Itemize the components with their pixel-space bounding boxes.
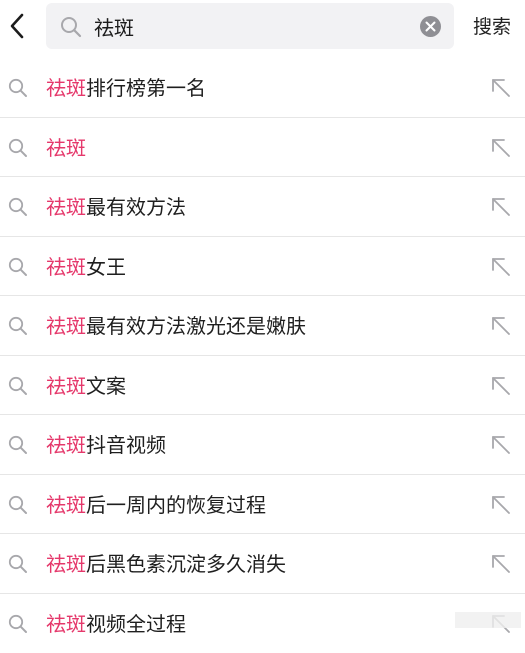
search-icon xyxy=(8,78,28,98)
clear-button[interactable] xyxy=(420,16,441,37)
fill-arrow-icon[interactable] xyxy=(490,196,512,218)
suggestion-rest: 女王 xyxy=(86,255,126,279)
search-icon xyxy=(8,138,28,158)
suggestion-rest: 文案 xyxy=(86,374,126,398)
suggestion-text: 祛斑后黑色素沉淀多久消失 xyxy=(46,551,286,577)
top-bar: 搜索 xyxy=(0,0,525,56)
fill-arrow-icon[interactable] xyxy=(490,553,512,575)
fill-arrow-icon[interactable] xyxy=(490,256,512,278)
suggestion-item[interactable]: 祛斑视频全过程 xyxy=(0,594,525,653)
suggestion-highlight: 祛斑 xyxy=(46,493,86,517)
suggestion-text: 祛斑文案 xyxy=(46,373,126,399)
suggestion-highlight: 祛斑 xyxy=(46,433,86,457)
suggestion-item[interactable]: 祛斑后一周内的恢复过程 xyxy=(0,475,525,535)
search-icon xyxy=(8,316,28,336)
suggestion-rest: 最有效方法 xyxy=(86,195,186,219)
fill-arrow-icon[interactable] xyxy=(490,77,512,99)
suggestion-highlight: 祛斑 xyxy=(46,195,86,219)
search-icon xyxy=(8,495,28,515)
suggestion-item[interactable]: 祛斑后黑色素沉淀多久消失 xyxy=(0,534,525,594)
suggestion-item[interactable]: 祛斑 xyxy=(0,118,525,178)
suggestion-highlight: 祛斑 xyxy=(46,76,86,100)
suggestion-rest: 后一周内的恢复过程 xyxy=(86,493,266,517)
suggestion-rest: 最有效方法激光还是嫩肤 xyxy=(86,314,306,338)
chevron-left-icon xyxy=(9,13,25,39)
fill-arrow-icon[interactable] xyxy=(490,494,512,516)
search-icon xyxy=(8,614,28,634)
suggestion-rest: 后黑色素沉淀多久消失 xyxy=(86,552,286,576)
suggestion-text: 祛斑抖音视频 xyxy=(46,432,166,458)
fill-arrow-icon[interactable] xyxy=(490,375,512,397)
suggestion-rest: 视频全过程 xyxy=(86,612,186,636)
search-icon xyxy=(60,16,82,38)
search-icon xyxy=(8,197,28,217)
suggestion-highlight: 祛斑 xyxy=(46,136,86,160)
suggestion-item[interactable]: 祛斑最有效方法 xyxy=(0,177,525,237)
suggestion-text: 祛斑最有效方法 xyxy=(46,194,186,220)
suggestion-highlight: 祛斑 xyxy=(46,255,86,279)
suggestion-item[interactable]: 祛斑排行榜第一名 xyxy=(0,58,525,118)
suggestion-item[interactable]: 祛斑抖音视频 xyxy=(0,415,525,475)
search-box[interactable] xyxy=(46,3,454,49)
suggestion-text: 祛斑排行榜第一名 xyxy=(46,75,206,101)
fill-arrow-icon[interactable] xyxy=(490,434,512,456)
suggestion-item[interactable]: 祛斑文案 xyxy=(0,356,525,416)
suggestion-text: 祛斑女王 xyxy=(46,254,126,280)
suggestion-rest: 排行榜第一名 xyxy=(86,76,206,100)
suggestion-highlight: 祛斑 xyxy=(46,612,86,636)
search-icon xyxy=(8,554,28,574)
search-icon xyxy=(8,376,28,396)
watermark xyxy=(455,612,521,628)
suggestion-text: 祛斑最有效方法激光还是嫩肤 xyxy=(46,313,306,339)
suggestion-text: 祛斑视频全过程 xyxy=(46,611,186,637)
suggestion-item[interactable]: 祛斑女王 xyxy=(0,237,525,297)
clear-icon xyxy=(425,21,436,32)
fill-arrow-icon[interactable] xyxy=(490,137,512,159)
suggestion-rest: 抖音视频 xyxy=(86,433,166,457)
suggestion-item[interactable]: 祛斑最有效方法激光还是嫩肤 xyxy=(0,296,525,356)
suggestion-highlight: 祛斑 xyxy=(46,374,86,398)
suggestion-highlight: 祛斑 xyxy=(46,552,86,576)
fill-arrow-icon[interactable] xyxy=(490,315,512,337)
search-submit-button[interactable]: 搜索 xyxy=(473,12,511,40)
suggestion-text: 祛斑后一周内的恢复过程 xyxy=(46,492,266,518)
search-icon xyxy=(8,435,28,455)
search-icon xyxy=(8,257,28,277)
search-input[interactable] xyxy=(94,9,404,43)
suggestion-list: 祛斑排行榜第一名祛斑祛斑最有效方法祛斑女王祛斑最有效方法激光还是嫩肤祛斑文案祛斑… xyxy=(0,58,525,653)
suggestion-text: 祛斑 xyxy=(46,135,86,161)
back-button[interactable] xyxy=(0,6,34,46)
suggestion-highlight: 祛斑 xyxy=(46,314,86,338)
